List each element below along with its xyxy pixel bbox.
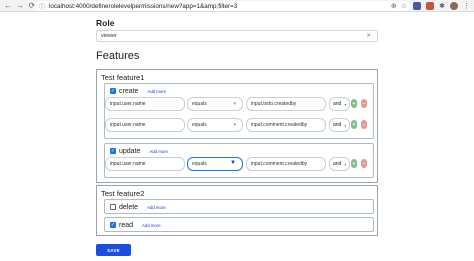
add-more-link[interactable]: Add more: [147, 89, 166, 94]
permission-checkbox[interactable]: ✓: [110, 148, 116, 154]
forward-icon[interactable]: →: [15, 1, 25, 11]
role-select[interactable]: viewer ✕: [96, 30, 378, 42]
chevron-down-icon: ▾: [233, 101, 236, 107]
feature-title: Test feature1: [101, 73, 145, 82]
join-select[interactable]: and ▾: [329, 118, 350, 132]
add-condition-button[interactable]: +: [351, 99, 357, 108]
feature-card: Test feature1 ✓ create Add more input.us…: [96, 69, 378, 183]
avatar[interactable]: [450, 2, 458, 10]
right-operand-field[interactable]: input.comment.createdby: [246, 118, 326, 132]
remove-condition-button[interactable]: −: [361, 159, 367, 168]
chevron-down-icon: ▾: [344, 161, 347, 167]
feature-card: Test feature2 delete Add more ✓ read Add…: [96, 185, 378, 236]
remove-condition-button[interactable]: −: [361, 120, 367, 129]
join-select[interactable]: and ▾: [329, 97, 350, 111]
url-text: localhost:4000/definerolelevelpermission…: [49, 2, 238, 10]
role-value: viewer: [101, 33, 117, 39]
permission-card: ✓ update Add more input.user.name equals…: [104, 143, 374, 178]
permission-name: read: [119, 221, 134, 229]
extension-icon[interactable]: [413, 2, 422, 10]
right-operand-field[interactable]: input.comment.createdby: [246, 157, 326, 171]
feature-title: Test feature2: [101, 189, 145, 198]
puzzle-icon[interactable]: ✱: [439, 2, 445, 10]
operator-select[interactable]: equals ▾: [187, 97, 243, 111]
address-bar[interactable]: ⓘ localhost:4000/definerolelevelpermissi…: [34, 1, 410, 11]
role-label: Role: [96, 18, 115, 28]
permission-card: ✓ create Add more input.user.name equals…: [104, 83, 374, 139]
chevron-down-icon: ▼: [230, 160, 236, 166]
permission-checkbox[interactable]: ✓: [110, 88, 116, 94]
operator-select[interactable]: equals ▼: [187, 157, 243, 171]
save-button[interactable]: SAVE: [96, 244, 131, 256]
join-select[interactable]: and ▾: [329, 157, 350, 171]
zoom-icon[interactable]: ⊕: [391, 2, 397, 10]
left-operand-field[interactable]: input.user.name: [105, 97, 185, 111]
close-icon[interactable]: ✕: [366, 33, 371, 39]
info-icon[interactable]: ⓘ: [39, 2, 46, 11]
chevron-down-icon: ▾: [344, 101, 347, 107]
extension-icon[interactable]: [426, 2, 435, 10]
add-condition-button[interactable]: +: [351, 159, 357, 168]
add-more-link[interactable]: Add more: [147, 205, 166, 210]
chevron-down-icon: ▾: [233, 122, 236, 128]
page-content: Role viewer ✕ Features Test feature1 ✓ c…: [0, 13, 474, 261]
menu-dots-icon[interactable]: ⋮: [463, 2, 470, 10]
bookmark-star-icon[interactable]: ☆: [401, 2, 407, 10]
permission-name: create: [119, 87, 139, 95]
permission-name: delete: [119, 203, 139, 211]
operator-select[interactable]: equals ▾: [187, 118, 243, 132]
permission-card: ✓ read Add more: [104, 217, 374, 232]
left-operand-field[interactable]: input.user.name: [105, 118, 185, 132]
permission-checkbox[interactable]: ✓: [110, 222, 116, 228]
left-operand-field[interactable]: input.user.name: [105, 157, 185, 171]
add-condition-button[interactable]: +: [351, 120, 357, 129]
add-more-link[interactable]: Add more: [149, 149, 168, 154]
browser-toolbar: ← → ⟳ ⓘ localhost:4000/definerolelevelpe…: [0, 0, 474, 12]
back-icon[interactable]: ←: [3, 1, 13, 11]
features-heading: Features: [96, 50, 140, 62]
chevron-down-icon: ▾: [344, 122, 347, 128]
add-more-link[interactable]: Add more: [142, 223, 161, 228]
right-operand-field[interactable]: input.todo.createdby: [246, 97, 326, 111]
remove-condition-button[interactable]: −: [361, 99, 367, 108]
permission-card: delete Add more: [104, 199, 374, 214]
permission-name: update: [119, 147, 141, 155]
permission-checkbox[interactable]: [110, 204, 116, 210]
